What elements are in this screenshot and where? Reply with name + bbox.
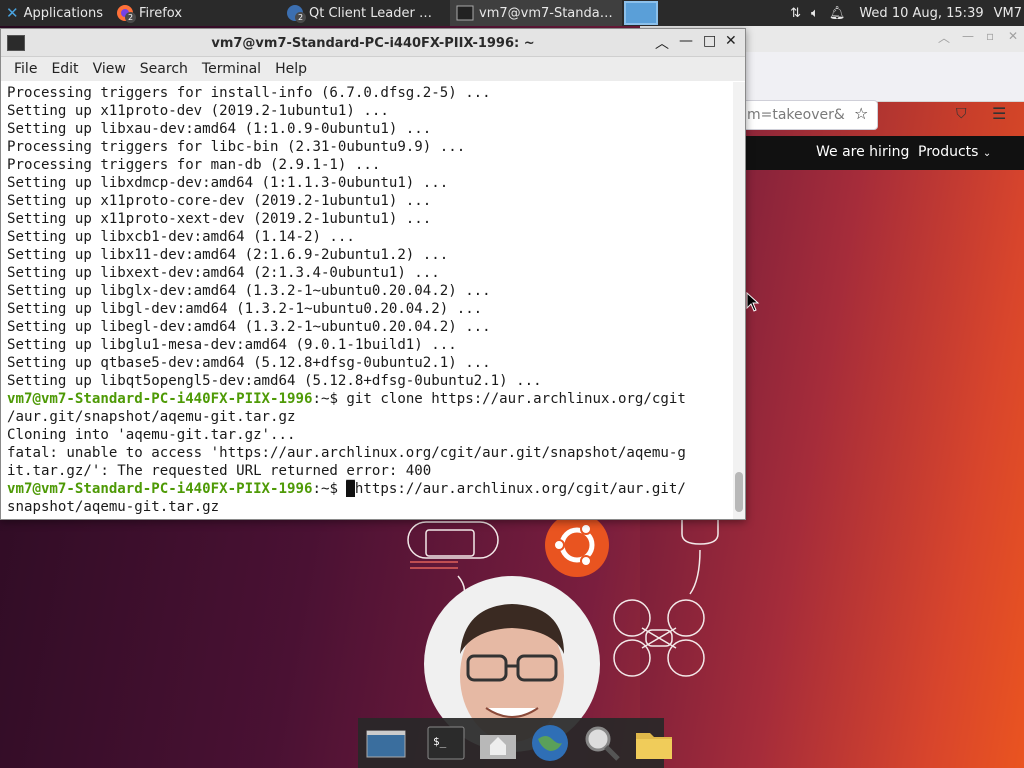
terminal-line: Setting up libegl-dev:amd64 (1.3.2-1~ubu…: [7, 319, 491, 335]
network-icon[interactable]: ⇅: [790, 6, 801, 21]
terminal-line: Setting up x11proto-dev (2019.2-1ubuntu1…: [7, 103, 389, 119]
firefox-maximize-icon[interactable]: ▫: [986, 29, 994, 43]
workspace-switcher[interactable]: [624, 1, 658, 25]
menu-edit[interactable]: Edit: [44, 61, 85, 77]
terminal-line: Setting up libxdmcp-dev:amd64 (1:1.1.3-0…: [7, 175, 449, 191]
command-line: vm7@vm7-Standard-PC-i440FX-PIIX-1996:~$ …: [7, 390, 731, 408]
mouse-pointer-icon: [746, 292, 760, 312]
chevron-down-icon: ⌄: [982, 148, 992, 159]
text-cursor: █: [346, 481, 355, 497]
terminal-titlebar[interactable]: vm7@vm7-Standard-PC-i440FX-PIIX-1996: ~ …: [1, 29, 745, 57]
menu-help[interactable]: Help: [268, 61, 314, 77]
nav-products-label: Products: [918, 144, 979, 160]
task-label: Qt Client Leader Wi...: [309, 5, 444, 21]
firefox-close-icon[interactable]: ✕: [1008, 29, 1018, 43]
menu-search[interactable]: Search: [133, 61, 195, 77]
applications-label: Applications: [23, 5, 103, 21]
task-label: Firefox: [139, 5, 183, 21]
terminal-scrollbar[interactable]: [733, 82, 745, 519]
task-label: vm7@vm7-Standar...: [479, 5, 616, 21]
terminal-line: Processing triggers for man-db (2.9.1-1)…: [7, 157, 381, 173]
pocket-icon[interactable]: ⛉: [956, 106, 967, 122]
firefox-icon: 2: [116, 4, 136, 23]
xfce-logo-icon: ✕: [6, 4, 19, 22]
clock[interactable]: Wed 10 Aug, 15:39: [859, 6, 983, 21]
files-folder-icon[interactable]: [632, 721, 676, 765]
error-line: it.tar.gz/': The requested URL returned …: [7, 463, 432, 479]
top-panel: ✕ Applications 2 Firefox 2 Qt Client Lea…: [0, 0, 1024, 26]
close-icon[interactable]: ✕: [725, 33, 737, 49]
prompt-suffix: :~$: [312, 481, 347, 497]
shell-prompt: vm7@vm7-Standard-PC-i440FX-PIIX-1996: [7, 481, 313, 497]
terminal-window: vm7@vm7-Standard-PC-i440FX-PIIX-1996: ~ …: [0, 28, 746, 520]
terminal-line: Setting up libglx-dev:amd64 (1.3.2-1~ubu…: [7, 283, 491, 299]
notifications-bell-icon[interactable]: 🔔︎: [829, 6, 846, 21]
terminal-line: Setting up qtbase5-dev:amd64 (5.12.8+dfs…: [7, 355, 491, 371]
user-name[interactable]: VM7: [994, 6, 1022, 21]
search-app-icon[interactable]: [580, 721, 624, 765]
show-desktop-icon[interactable]: [364, 721, 408, 765]
firefox-shade-icon[interactable]: ︿: [938, 29, 950, 46]
nav-we-are-hiring[interactable]: We are hiring: [816, 144, 909, 160]
terminal-line: Setting up libxau-dev:amd64 (1:1.0.9-0ub…: [7, 121, 432, 137]
task-badge: 2: [295, 12, 306, 23]
maximize-icon[interactable]: □: [703, 33, 716, 49]
volume-icon[interactable]: 🔈︎: [811, 6, 819, 21]
terminal-output[interactable]: Processing triggers for install-info (6.…: [1, 82, 731, 519]
terminal-line: Cloning into 'aqemu-git.tar.gz'...: [7, 427, 296, 443]
minimize-icon[interactable]: —: [679, 33, 693, 49]
shell-prompt: vm7@vm7-Standard-PC-i440FX-PIIX-1996: [7, 391, 313, 407]
terminal-line: Setting up libx11-dev:amd64 (2:1.6.9-2ub…: [7, 247, 449, 263]
terminal-menubar: File Edit View Search Terminal Help: [1, 57, 745, 81]
shade-icon[interactable]: ︿: [655, 33, 669, 53]
task-terminal[interactable]: vm7@vm7-Standar...: [450, 0, 622, 26]
task-badge: 2: [125, 12, 136, 23]
terminal-line: Setting up x11proto-xext-dev (2019.2-1ub…: [7, 211, 432, 227]
nav-products[interactable]: Products ⌄: [918, 144, 991, 160]
bookmark-star-icon[interactable]: ☆: [854, 104, 868, 123]
menu-terminal[interactable]: Terminal: [195, 61, 268, 77]
qt-client-icon: 2: [286, 4, 306, 23]
terminal-icon: [456, 4, 474, 22]
command-line: vm7@vm7-Standard-PC-i440FX-PIIX-1996:~$ …: [7, 480, 731, 498]
terminal-line: Processing triggers for install-info (6.…: [7, 85, 491, 101]
terminal-line: Processing triggers for libc-bin (2.31-0…: [7, 139, 466, 155]
command-wrap: snapshot/aqemu-git.tar.gz: [7, 499, 220, 515]
scrollbar-thumb[interactable]: [735, 472, 743, 512]
svg-text:$_: $_: [433, 735, 447, 748]
menu-file[interactable]: File: [7, 61, 44, 77]
terminal-line: Setting up libglu1-mesa-dev:amd64 (9.0.1…: [7, 337, 457, 353]
terminal-line: Setting up x11proto-core-dev (2019.2-1ub…: [7, 193, 432, 209]
web-browser-icon[interactable]: [528, 721, 572, 765]
prompt-suffix: :~$: [312, 391, 347, 407]
command-text: git clone https://aur.archlinux.org/cgit: [346, 391, 686, 407]
hamburger-menu-icon[interactable]: ☰: [992, 104, 1006, 123]
command-text: https://aur.archlinux.org/cgit/aur.git/: [354, 481, 686, 497]
task-firefox[interactable]: 2 Firefox: [110, 0, 280, 26]
ubuntu-logo: [544, 512, 610, 578]
command-wrap: /aur.git/snapshot/aqemu-git.tar.gz: [7, 409, 296, 425]
applications-menu[interactable]: ✕ Applications: [0, 0, 110, 26]
dock: $_: [358, 718, 672, 768]
menu-view[interactable]: View: [86, 61, 133, 77]
task-qt-client[interactable]: 2 Qt Client Leader Wi...: [280, 0, 450, 26]
terminal-line: Setting up libxcb1-dev:amd64 (1.14-2) ..…: [7, 229, 355, 245]
home-folder-icon[interactable]: [476, 721, 520, 765]
terminal-line: Setting up libqt5opengl5-dev:amd64 (5.12…: [7, 373, 542, 389]
firefox-minimize-icon[interactable]: —: [962, 29, 974, 43]
terminal-title: vm7@vm7-Standard-PC-i440FX-PIIX-1996: ~: [211, 36, 535, 51]
error-line: fatal: unable to access 'https://aur.arc…: [7, 445, 686, 461]
terminal-line: Setting up libxext-dev:amd64 (2:1.3.4-0u…: [7, 265, 440, 281]
terminal-line: Setting up libgl-dev:amd64 (1.3.2-1~ubun…: [7, 301, 483, 317]
terminal-launcher-icon[interactable]: $_: [424, 721, 468, 765]
